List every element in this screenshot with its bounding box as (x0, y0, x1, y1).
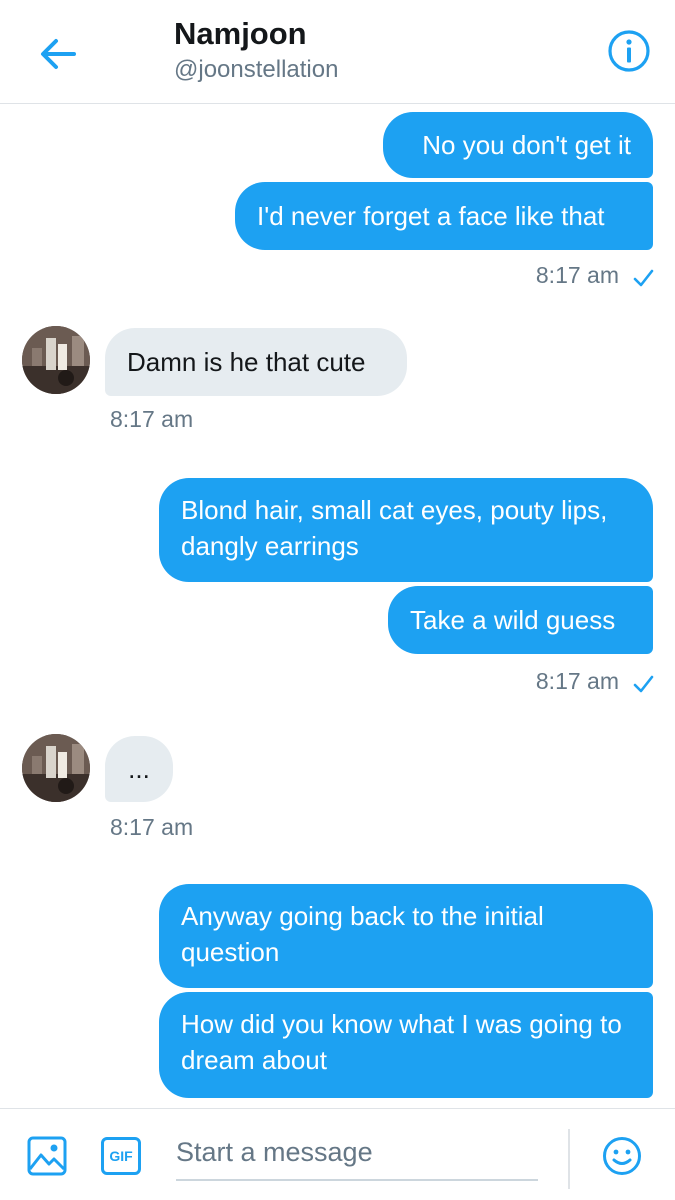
message-text: Damn is he that cute (127, 347, 366, 377)
message-text: How did you know what I was going to dre… (181, 1009, 622, 1075)
message-bubble-outgoing[interactable]: Take a wild guess (388, 586, 653, 654)
info-icon[interactable] (606, 28, 652, 74)
message-composer: GIF (0, 1108, 675, 1200)
message-input[interactable] (176, 1125, 538, 1181)
conversation-handle: @joonstellation (174, 56, 339, 83)
message-bubble-incoming[interactable]: ... (105, 736, 173, 802)
message-bubble-outgoing[interactable]: Blond hair, small cat eyes, pouty lips, … (159, 478, 653, 582)
avatar-photo (22, 326, 90, 394)
composer-divider (568, 1129, 570, 1189)
arrow-left-icon[interactable] (34, 30, 82, 78)
emoji-icon[interactable] (601, 1135, 643, 1177)
message-text: Blond hair, small cat eyes, pouty lips, … (181, 495, 608, 561)
message-text: I'd never forget a face like that (257, 201, 605, 231)
message-text: Anyway going back to the initial questio… (181, 901, 544, 967)
image-icon[interactable] (26, 1135, 68, 1177)
message-text: Take a wild guess (410, 605, 616, 635)
message-bubble-outgoing[interactable]: How did you know what I was going to dre… (159, 992, 653, 1098)
message-timestamp: 8:17 am (110, 814, 194, 840)
read-check-icon (633, 675, 654, 693)
message-text: ... (128, 754, 150, 784)
message-bubble-incoming[interactable]: Damn is he that cute (105, 328, 407, 396)
avatar[interactable] (22, 326, 90, 394)
message-timestamp: 8:17 am (110, 406, 194, 432)
message-timestamp: 8:17 am (535, 668, 619, 694)
message-list[interactable]: No you don't get it I'd never forget a f… (0, 104, 675, 1108)
message-text: No you don't get it (422, 130, 631, 160)
gif-button[interactable]: GIF (101, 1137, 141, 1175)
message-bubble-outgoing[interactable]: Anyway going back to the initial questio… (159, 884, 653, 988)
conversation-title: Namjoon (174, 16, 307, 51)
avatar-photo (22, 734, 90, 802)
avatar[interactable] (22, 734, 90, 802)
conversation-header: Namjoon @joonstellation (0, 0, 675, 104)
message-bubble-outgoing[interactable]: I'd never forget a face like that (235, 182, 653, 250)
message-timestamp: 8:17 am (535, 262, 619, 288)
message-bubble-outgoing[interactable]: No you don't get it (383, 112, 653, 178)
read-check-icon (633, 269, 654, 287)
